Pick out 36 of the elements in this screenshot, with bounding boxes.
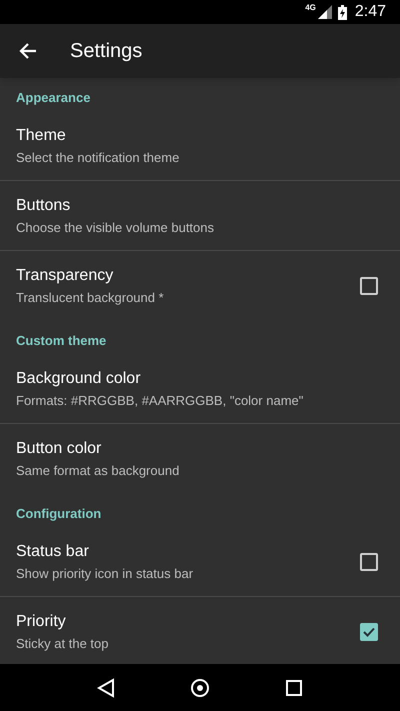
network-label: 4G	[305, 2, 316, 14]
item-title: Background color	[16, 368, 142, 388]
item-subtitle: Translucent background *	[16, 289, 165, 306]
back-nav-icon[interactable]	[97, 678, 116, 698]
settings-item[interactable]: Background color Formats: #RRGGBB, #AARRGGBB, "color name"	[0, 354, 400, 424]
checkbox[interactable]	[360, 623, 378, 641]
item-subtitle: Formats: #RRGGBB, #AARRGGBB, "color name"	[16, 392, 304, 408]
section-header: Configuration	[16, 504, 102, 523]
settings-item[interactable]: Theme Select the notification theme	[0, 111, 400, 181]
settings-item[interactable]: Transparency Translucent background *	[0, 251, 400, 321]
item-title: Button color	[16, 439, 102, 459]
signal-icon	[318, 5, 332, 19]
recents-nav-icon[interactable]	[284, 678, 303, 696]
settings-item[interactable]: Button color Same format as background	[0, 424, 400, 494]
clock: 2:47	[354, 2, 386, 22]
section-header: Appearance	[16, 88, 90, 107]
home-nav-icon[interactable]	[190, 678, 210, 698]
checkbox[interactable]	[360, 277, 378, 295]
back-arrow-icon	[19, 42, 37, 60]
item-title: Theme	[16, 126, 67, 146]
settings-item[interactable]: Priority Sticky at the top	[0, 597, 400, 664]
item-subtitle: Select the notification theme	[16, 148, 180, 166]
screen-title: Settings	[70, 39, 142, 64]
item-title: Priority	[16, 612, 67, 632]
item-subtitle: Sticky at the top	[16, 635, 110, 652]
section-header: Custom theme	[16, 332, 106, 350]
item-title: Status bar	[16, 542, 90, 562]
item-subtitle: Choose the visible volume buttons	[16, 218, 216, 236]
item-subtitle: Same format as background	[16, 462, 180, 479]
item-title: Buttons	[16, 196, 72, 216]
battery-charging-icon	[338, 4, 347, 20]
item-subtitle: Show priority icon in status bar	[16, 564, 194, 582]
settings-item[interactable]: Buttons Choose the visible volume buttons	[0, 181, 400, 251]
settings-item[interactable]: Status bar Show priority icon in status bar	[0, 527, 400, 597]
checkbox[interactable]	[360, 552, 378, 570]
item-title: Transparency	[16, 266, 114, 286]
